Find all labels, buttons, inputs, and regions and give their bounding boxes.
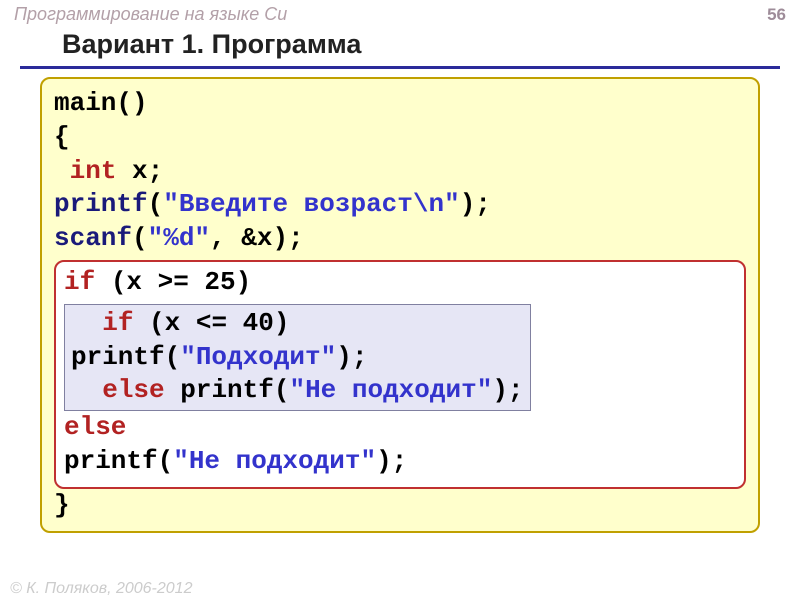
code-line: int x;: [54, 155, 746, 189]
code-line: main(): [54, 87, 746, 121]
keyword-if: if: [64, 267, 95, 297]
slide-title: Вариант 1. Программа: [20, 29, 780, 69]
string-literal: "Введите возраст\n": [163, 189, 459, 219]
course-title: Программирование на языке Си: [14, 4, 287, 25]
code-line: if (x <= 40): [71, 307, 524, 341]
outer-highlight-box: if (x >= 25) if (x <= 40) printf("Подход…: [54, 260, 746, 489]
keyword-else: else: [102, 375, 164, 405]
code-line: printf("Подходит");: [71, 341, 524, 375]
string-literal: "%d": [148, 223, 210, 253]
code-line: }: [54, 489, 746, 523]
code-line: else: [64, 411, 736, 445]
code-line: printf("Не подходит");: [64, 445, 736, 479]
string-literal: "Не подходит": [289, 375, 492, 405]
slide-header: Программирование на языке Си 56: [0, 0, 800, 29]
fn-printf: printf: [54, 189, 148, 219]
string-literal: "Подходит": [180, 342, 336, 372]
keyword-else: else: [64, 412, 126, 442]
keyword-int: int: [70, 156, 117, 186]
code-line: if (x >= 25): [64, 266, 736, 300]
keyword-if: if: [102, 308, 133, 338]
code-line: scanf("%d", &x);: [54, 222, 746, 256]
code-line: printf("Введите возраст\n");: [54, 188, 746, 222]
page-number: 56: [767, 5, 786, 25]
fn-scanf: scanf: [54, 223, 132, 253]
code-line: else printf("Не подходит");: [71, 374, 524, 408]
inner-highlight-box: if (x <= 40) printf("Подходит"); else pr…: [64, 304, 531, 411]
copyright-footer: © К. Поляков, 2006-2012: [10, 580, 192, 598]
code-block: main() { int x; printf("Введите возраст\…: [40, 77, 760, 533]
string-literal: "Не подходит": [173, 446, 376, 476]
code-line: {: [54, 121, 746, 155]
